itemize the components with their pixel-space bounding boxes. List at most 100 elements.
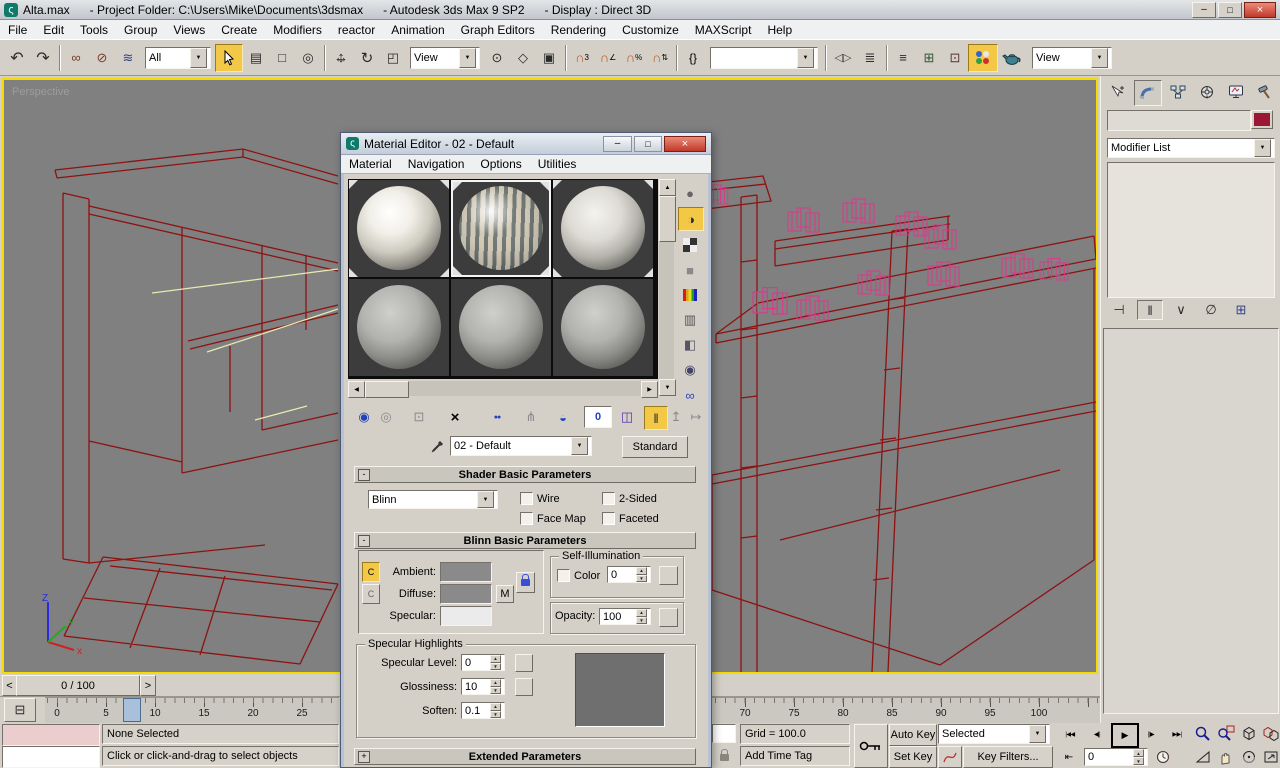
scroll-left-icon[interactable]: ◀ xyxy=(348,381,365,398)
maxscript-mini-listener-white[interactable] xyxy=(2,746,100,768)
zoom-extents-button[interactable] xyxy=(1238,723,1259,743)
next-frame-button[interactable]: ||▶ xyxy=(1140,724,1162,744)
scroll-up-icon[interactable]: ▲ xyxy=(659,179,676,196)
use-center-icon[interactable]: ⊙ xyxy=(484,45,510,71)
material-editor-options-icon[interactable]: ◧ xyxy=(678,334,702,356)
make-preview-icon[interactable]: ▥ xyxy=(678,309,702,331)
self-illum-color-checkbox[interactable] xyxy=(557,569,570,582)
time-slider-next-button[interactable]: > xyxy=(140,675,156,696)
viewport-layout-dropdown[interactable]: View▼ xyxy=(1032,47,1112,69)
previous-frame-button[interactable]: ◀|| xyxy=(1086,724,1108,744)
align-icon[interactable]: ≣ xyxy=(857,45,883,71)
render-setup-button[interactable] xyxy=(998,45,1026,71)
tab-modify[interactable] xyxy=(1134,80,1162,106)
ambient-color-swatch[interactable] xyxy=(440,562,492,582)
named-selection-dropdown[interactable]: ▼ xyxy=(710,47,818,69)
blinn-rollout-header[interactable]: -Blinn Basic Parameters xyxy=(354,532,696,549)
menu-reactor[interactable]: reactor xyxy=(330,21,383,39)
select-object-button[interactable] xyxy=(215,44,243,72)
coordinate-field-partial[interactable] xyxy=(712,724,736,743)
track-bar-frame-marker[interactable] xyxy=(123,698,141,722)
scrollbar-thumb[interactable] xyxy=(659,196,676,242)
time-configuration-button[interactable] xyxy=(1152,748,1174,766)
set-keys-button[interactable] xyxy=(854,724,888,768)
current-frame-field[interactable]: 0▲▼ xyxy=(1084,748,1148,766)
self-illum-map-button[interactable] xyxy=(659,566,678,585)
select-by-name-icon[interactable]: ▤ xyxy=(243,45,269,71)
glossiness-field[interactable]: 10▲▼ xyxy=(461,678,505,695)
me-menu-utilities[interactable]: Utilities xyxy=(530,155,585,173)
shader-rollout-header[interactable]: -Shader Basic Parameters xyxy=(354,466,696,483)
self-illum-value-field[interactable]: 0▲▼ xyxy=(607,566,651,583)
extended-rollout-header[interactable]: +Extended Parameters xyxy=(354,748,696,765)
me-menu-material[interactable]: Material xyxy=(341,155,400,173)
menu-animation[interactable]: Animation xyxy=(383,21,452,39)
rectangular-selection-region-icon[interactable]: □ xyxy=(269,45,295,71)
show-map-in-viewport-icon[interactable]: ◫ xyxy=(616,406,638,428)
opacity-map-button[interactable] xyxy=(659,608,678,627)
tab-create[interactable] xyxy=(1105,80,1131,104)
dropdown-arrow-icon[interactable]: ▼ xyxy=(459,48,476,68)
unlink-selection-icon[interactable]: ⊘ xyxy=(89,45,115,71)
snaps-toggle-icon[interactable]: ∩3 xyxy=(569,45,595,71)
close-button[interactable]: × xyxy=(1244,2,1276,18)
minimize-button[interactable]: – xyxy=(1192,2,1216,18)
dropdown-arrow-icon[interactable]: ▼ xyxy=(1254,139,1271,157)
reference-coordinate-dropdown[interactable]: View▼ xyxy=(410,47,480,69)
crossing-selection-icon[interactable]: ◎ xyxy=(295,45,321,71)
material-slot-4[interactable] xyxy=(349,279,449,376)
sample-uv-tiling-icon[interactable]: ■ xyxy=(678,259,702,281)
selection-filter-dropdown[interactable]: All▼ xyxy=(145,47,211,69)
key-mode-toggle[interactable]: ⇤ xyxy=(1058,748,1080,766)
maxscript-mini-listener-pink[interactable] xyxy=(2,724,100,746)
material-editor-window[interactable]: ς Material Editor - 02 - Default – □ × M… xyxy=(340,132,712,768)
me-minimize-button[interactable]: – xyxy=(603,136,632,152)
remove-modifier-icon[interactable]: ∅ xyxy=(1199,301,1223,319)
material-slot-6[interactable] xyxy=(553,279,653,376)
zoom-all-button[interactable] xyxy=(1215,723,1236,743)
specular-level-map-button[interactable] xyxy=(515,654,533,672)
video-color-check-icon[interactable] xyxy=(678,284,702,306)
show-end-result-icon[interactable]: ‖ xyxy=(1137,300,1163,320)
modifier-list-dropdown[interactable]: Modifier List▼ xyxy=(1107,138,1275,158)
track-bar-ruler-right[interactable]: 70 75 80 85 90 95 100 xyxy=(710,697,1100,723)
object-color-swatch[interactable] xyxy=(1251,110,1273,129)
maximize-viewport-toggle[interactable] xyxy=(1261,747,1280,767)
menu-edit[interactable]: Edit xyxy=(35,21,72,39)
menu-tools[interactable]: Tools xyxy=(72,21,116,39)
diffuse-color-swatch[interactable] xyxy=(440,584,492,604)
dropdown-arrow-icon[interactable]: ▼ xyxy=(1091,48,1108,68)
default-in-out-tangents-button[interactable] xyxy=(938,746,962,768)
menu-group[interactable]: Group xyxy=(116,21,165,39)
put-to-library-icon[interactable]: ◒ xyxy=(552,406,574,428)
spinner-snap-icon[interactable]: ∩⇅ xyxy=(647,45,673,71)
slot-vertical-scrollbar[interactable]: ▲ ▼ xyxy=(659,179,674,396)
menu-rendering[interactable]: Rendering xyxy=(543,21,614,39)
face-map-checkbox[interactable] xyxy=(520,512,533,525)
menu-create[interactable]: Create xyxy=(213,21,265,39)
go-forward-to-sibling-icon[interactable]: ↦ xyxy=(686,406,706,428)
open-mini-curve-editor-button[interactable]: ⊟ xyxy=(4,698,36,722)
assign-material-to-selection-icon[interactable]: ⊡ xyxy=(408,406,430,428)
tab-utilities[interactable] xyxy=(1252,80,1278,104)
arc-rotate-button[interactable] xyxy=(1238,747,1259,767)
ambient-diffuse-lock-button[interactable]: C xyxy=(362,562,380,582)
menu-modifiers[interactable]: Modifiers xyxy=(265,21,330,39)
make-unique-icon[interactable]: ⋔ xyxy=(520,406,542,428)
curve-editor-icon[interactable]: ⊞ xyxy=(916,45,942,71)
sample-type-icon[interactable]: ● xyxy=(678,182,702,204)
material-editor-button[interactable] xyxy=(968,44,998,72)
set-key-button[interactable]: Set Key xyxy=(889,746,937,768)
me-close-button[interactable]: × xyxy=(664,136,706,152)
faceted-checkbox[interactable] xyxy=(602,512,615,525)
dropdown-arrow-icon[interactable]: ▼ xyxy=(571,437,588,455)
scroll-right-icon[interactable]: ▶ xyxy=(641,381,658,398)
diffuse-specular-lock-button[interactable]: C xyxy=(362,584,380,604)
play-button[interactable]: ▶ xyxy=(1111,723,1139,748)
tab-display[interactable] xyxy=(1223,80,1249,104)
get-material-icon[interactable]: ◉ xyxy=(353,406,375,428)
me-menu-options[interactable]: Options xyxy=(472,155,529,173)
wire-checkbox[interactable] xyxy=(520,492,533,505)
soften-field[interactable]: 0.1▲▼ xyxy=(461,702,505,719)
pan-button[interactable] xyxy=(1215,747,1236,767)
